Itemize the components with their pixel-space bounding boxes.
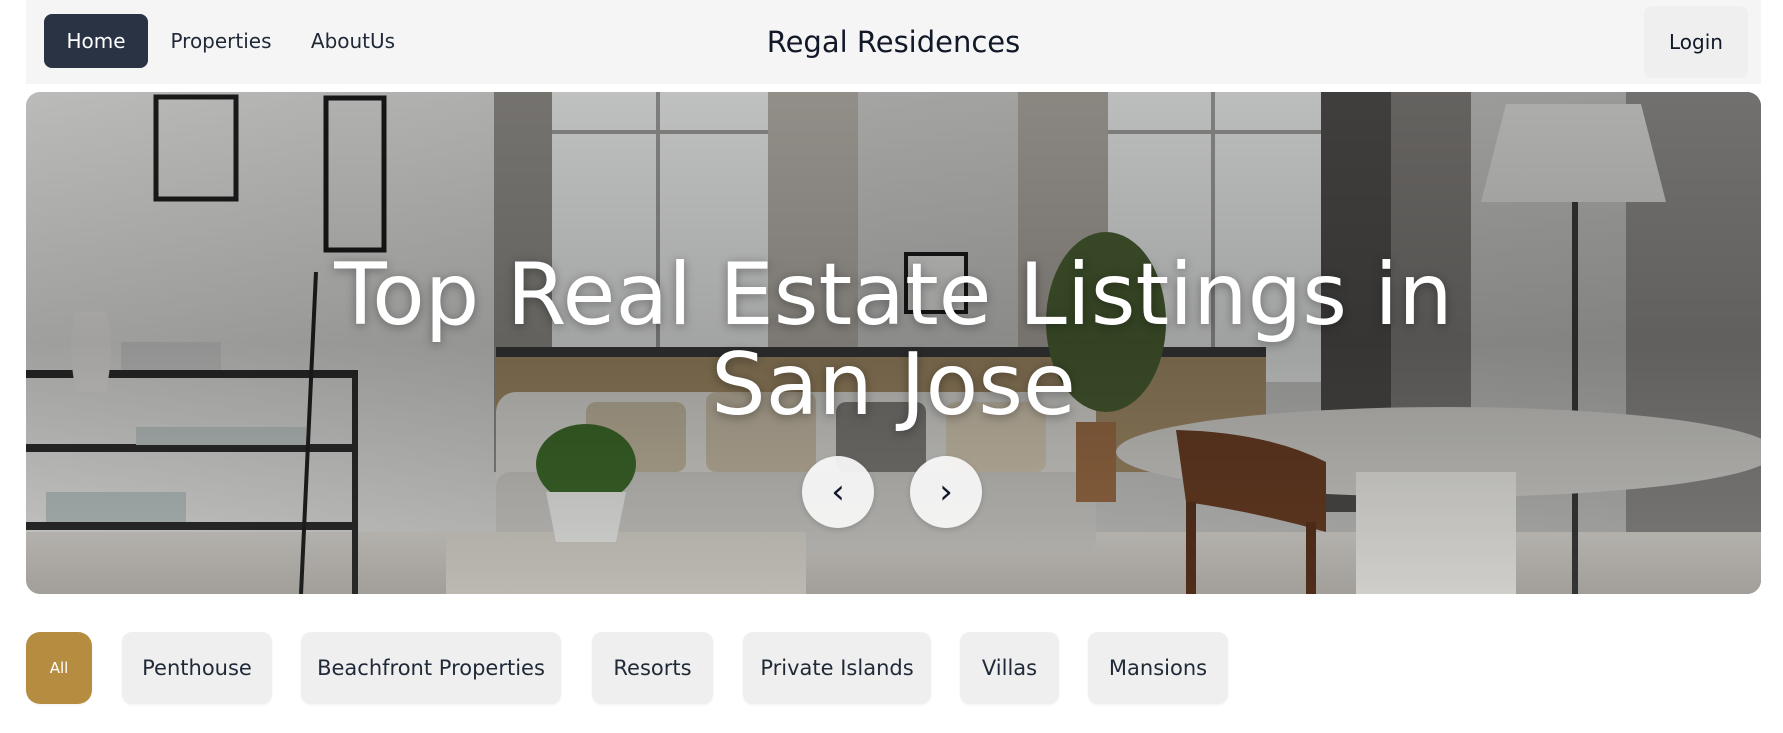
hero-carousel: Top Real Estate Listings in San Jose ‹ › bbox=[26, 92, 1761, 594]
filter-private-islands-chip[interactable]: Private Islands bbox=[743, 632, 931, 704]
hero-title-line-2: San Jose bbox=[711, 335, 1076, 435]
hero-title: Top Real Estate Listings in San Jose bbox=[26, 250, 1761, 430]
chevron-right-icon: › bbox=[939, 472, 953, 512]
carousel-prev-button[interactable]: ‹ bbox=[802, 456, 874, 528]
filter-all-chip[interactable]: All bbox=[26, 632, 92, 704]
carousel-next-button[interactable]: › bbox=[910, 456, 982, 528]
filter-mansions-chip[interactable]: Mansions bbox=[1088, 632, 1228, 704]
filter-villas-chip[interactable]: Villas bbox=[960, 632, 1059, 704]
filter-resorts-chip[interactable]: Resorts bbox=[592, 632, 713, 704]
nav-properties-link[interactable]: Properties bbox=[156, 14, 286, 68]
brand-title[interactable]: Regal Residences bbox=[767, 25, 1021, 59]
brand-title-wrap: Regal Residences bbox=[26, 20, 1761, 64]
filter-penthouse-chip[interactable]: Penthouse bbox=[122, 632, 272, 704]
chevron-left-icon: ‹ bbox=[831, 472, 845, 512]
hero-title-line-1: Top Real Estate Listings in bbox=[334, 245, 1453, 345]
filter-beachfront-chip[interactable]: Beachfront Properties bbox=[301, 632, 561, 704]
top-navbar: Home Properties AboutUs Regal Residences… bbox=[26, 0, 1761, 84]
nav-home-button[interactable]: Home bbox=[44, 14, 148, 68]
nav-about-link[interactable]: AboutUs bbox=[298, 14, 408, 68]
login-button[interactable]: Login bbox=[1644, 6, 1748, 78]
